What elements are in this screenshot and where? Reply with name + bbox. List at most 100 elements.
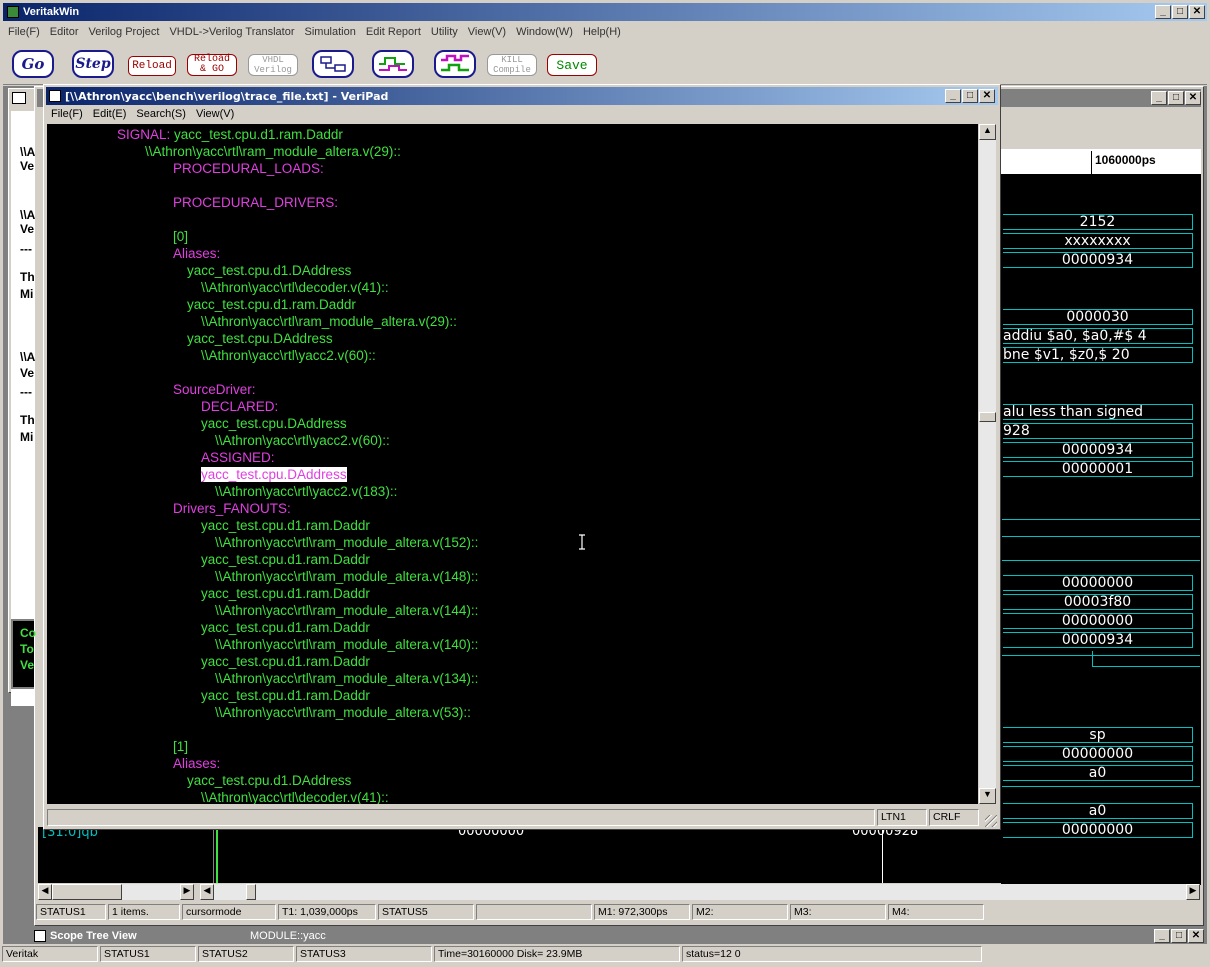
- wave-signal-row[interactable]: xxxxxxxx: [1002, 233, 1200, 249]
- console-green-line: Ve: [20, 658, 35, 672]
- veripad-menubar: File(F) Edit(E) Search(S) View(V): [46, 105, 239, 123]
- main-status-cell: STATUS3: [296, 946, 432, 962]
- vhdl-label-2: Verilog: [254, 65, 292, 75]
- wave-status-cell: M1: 972,300ps: [594, 904, 690, 920]
- minimize-button[interactable]: _: [1155, 5, 1171, 19]
- wave-signal-row[interactable]: 00000934: [1002, 252, 1200, 268]
- main-titlebar: VeritakWin _ □ ✕: [3, 3, 1207, 21]
- veripad-menu-item[interactable]: Search(S): [131, 108, 191, 120]
- menu-item[interactable]: Verilog Project: [84, 26, 165, 38]
- scope-maximize-button[interactable]: □: [1171, 929, 1187, 943]
- reload-go-button[interactable]: Reload & GO: [187, 54, 237, 76]
- vhdl-verilog-button[interactable]: VHDL Verilog: [248, 54, 298, 76]
- veripad-vscroll[interactable]: ▲ ▼: [979, 124, 996, 804]
- veripad-close-button[interactable]: ✕: [979, 89, 995, 103]
- editor-token: yacc_test.cpu.d1.ram.Daddr: [201, 620, 370, 635]
- editor-line: Drivers_FANOUTS:: [173, 500, 291, 517]
- veripad-icon: [49, 90, 61, 102]
- menu-item[interactable]: File(F): [3, 26, 45, 38]
- wave-hscroll-left[interactable]: ◀ ▶: [38, 884, 194, 900]
- time-marker: 1060000ps: [1095, 153, 1156, 167]
- veripad-maximize-button[interactable]: □: [962, 89, 978, 103]
- menu-item[interactable]: Editor: [45, 26, 84, 38]
- wave-line: [1092, 651, 1093, 667]
- wave-transition: [1192, 727, 1200, 743]
- wave-signal-row[interactable]: alu less than signed: [1002, 404, 1200, 420]
- reload-go-label-2: & GO: [199, 64, 224, 75]
- menu-item[interactable]: Window(W): [511, 26, 578, 38]
- wave-signal-row[interactable]: a0: [1002, 765, 1200, 781]
- wave-signal-row[interactable]: 00000000: [1002, 575, 1200, 591]
- scope-close-button[interactable]: ✕: [1188, 929, 1204, 943]
- console-line: Th: [20, 413, 35, 427]
- wave-value: 928: [1003, 423, 1192, 439]
- veripad-eol-status: CRLF: [929, 809, 979, 826]
- save-button[interactable]: Save: [547, 54, 597, 76]
- wave-signal-row[interactable]: 2152: [1002, 214, 1200, 230]
- scope-tree-titlebar: Scope Tree View MODULE::yacc _ □ ✕: [30, 928, 1204, 944]
- wave-maximize-button[interactable]: □: [1168, 91, 1184, 105]
- wave-status-cell: M2:: [692, 904, 788, 920]
- editor-line: yacc_test.cpu.d1.ram.Daddr: [201, 551, 370, 568]
- wave-hscroll-right[interactable]: ◀ ▶: [200, 884, 1200, 900]
- wave-line: [1002, 655, 1200, 656]
- step-button[interactable]: Step: [72, 50, 114, 78]
- editor-token: yacc_test.cpu.d1.ram.Daddr: [201, 586, 370, 601]
- veripad-titlebar: [\\Athron\yacc\bench\verilog\trace_file.…: [46, 87, 998, 105]
- waveform-bus-button[interactable]: [434, 50, 476, 78]
- veripad-minimize-button[interactable]: _: [945, 89, 961, 103]
- wave-signal-row[interactable]: bne $v1, $z0,$ 20: [1002, 347, 1200, 363]
- close-button[interactable]: ✕: [1189, 5, 1205, 19]
- wave-transition: [1192, 309, 1200, 325]
- main-menubar: File(F) Editor Verilog Project VHDL->Verilo…: [3, 23, 626, 41]
- editor-token: \\Athron\yacc\rtl\decoder.v(41)::: [201, 280, 389, 295]
- editor-token: yacc_test.cpu.d1.ram.Daddr: [174, 127, 343, 142]
- editor-token: \\Athron\yacc\rtl\ram_module_altera.v(14…: [215, 569, 479, 584]
- menu-item[interactable]: Edit Report: [361, 26, 426, 38]
- scope-tree-module: MODULE::yacc: [250, 930, 326, 942]
- wave-line: [1002, 519, 1200, 520]
- menu-item[interactable]: Simulation: [300, 26, 361, 38]
- wave-signal-row[interactable]: 00000934: [1002, 632, 1200, 648]
- wave-signal-row[interactable]: sp: [1002, 727, 1200, 743]
- veripad-editor[interactable]: SIGNAL: yacc_test.cpu.d1.ram.Daddr \\Athr…: [47, 124, 978, 804]
- wave-minimize-button[interactable]: _: [1151, 91, 1167, 105]
- menu-item[interactable]: VHDL->Verilog Translator: [164, 26, 299, 38]
- wave-signal-row[interactable]: 00003f80: [1002, 594, 1200, 610]
- maximize-button[interactable]: □: [1172, 5, 1188, 19]
- wave-signal-row[interactable]: 00000000: [1002, 613, 1200, 629]
- waveform-button[interactable]: [372, 50, 414, 78]
- veripad-scroll-thumb[interactable]: [979, 412, 996, 422]
- main-status-cell: status=12 0: [682, 946, 982, 962]
- resize-grip-icon[interactable]: [985, 815, 997, 827]
- menu-item[interactable]: Utility: [426, 26, 463, 38]
- reload-button[interactable]: Reload: [128, 56, 176, 76]
- wave-signal-row[interactable]: 00000000: [1002, 746, 1200, 762]
- hierarchy-button[interactable]: [312, 50, 354, 78]
- menu-item[interactable]: Help(H): [578, 26, 626, 38]
- veripad-menu-item[interactable]: View(V): [191, 108, 239, 120]
- wave-ruler: 1060000ps: [1001, 149, 1201, 175]
- wave-signal-row[interactable]: addiu $a0, $a0,#$ 4: [1002, 328, 1200, 344]
- scope-minimize-button[interactable]: _: [1154, 929, 1170, 943]
- editor-line: PROCEDURAL_DRIVERS:: [173, 194, 338, 211]
- go-button[interactable]: Go: [12, 50, 54, 78]
- veripad-menu-item[interactable]: Edit(E): [88, 108, 132, 120]
- console-line: Th: [20, 270, 35, 284]
- editor-token: yacc_test.cpu.d1.ram.Daddr: [201, 688, 370, 703]
- wave-signal-row[interactable]: 00000000: [1002, 822, 1200, 838]
- veripad-menu-item[interactable]: File(F): [46, 108, 88, 120]
- wave-close-button[interactable]: ✕: [1185, 91, 1201, 105]
- menu-item[interactable]: View(V): [463, 26, 511, 38]
- app-icon: [7, 6, 19, 18]
- editor-token: \\Athron\yacc\rtl\ram_module_altera.v(53…: [215, 705, 471, 720]
- wave-signal-row[interactable]: 00000934: [1002, 442, 1200, 458]
- wave-signal-row[interactable]: a0: [1002, 803, 1200, 819]
- console-line: \\A: [20, 145, 36, 159]
- kill-compile-button[interactable]: KILL Compile: [487, 54, 537, 76]
- wave-signal-row[interactable]: 928: [1002, 423, 1200, 439]
- console-line: Ve: [20, 366, 35, 380]
- editor-token: \\Athron\yacc\rtl\yacc2.v(60)::: [201, 348, 376, 363]
- wave-signal-row[interactable]: 0000030: [1002, 309, 1200, 325]
- wave-signal-row[interactable]: 00000001: [1002, 461, 1200, 477]
